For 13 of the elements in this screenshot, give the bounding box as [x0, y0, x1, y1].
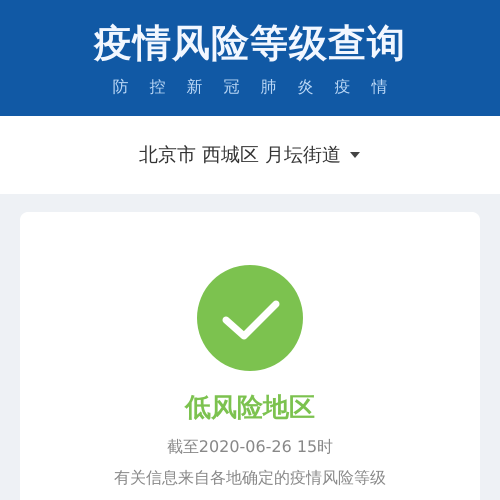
subtitle-character: 控: [150, 77, 166, 98]
subtitle-character: 防: [112, 77, 128, 98]
page-title: 疫情风险等级查询: [94, 20, 406, 67]
subtitle-character: 炎: [298, 77, 314, 98]
info-note: 有关信息来自各地确定的疫情风险等级: [114, 468, 386, 489]
subtitle-character: 疫: [334, 77, 350, 98]
subtitle-character: 肺: [260, 77, 276, 98]
caret-icon: [349, 151, 362, 159]
subtitle-character: 冠: [224, 77, 240, 98]
risk-level: 低风险地区: [185, 392, 315, 425]
subtitle-character: 情: [372, 77, 388, 98]
subtitle-character: 新: [186, 77, 202, 98]
update-time: 截至2020-06-26 15时: [166, 437, 334, 458]
